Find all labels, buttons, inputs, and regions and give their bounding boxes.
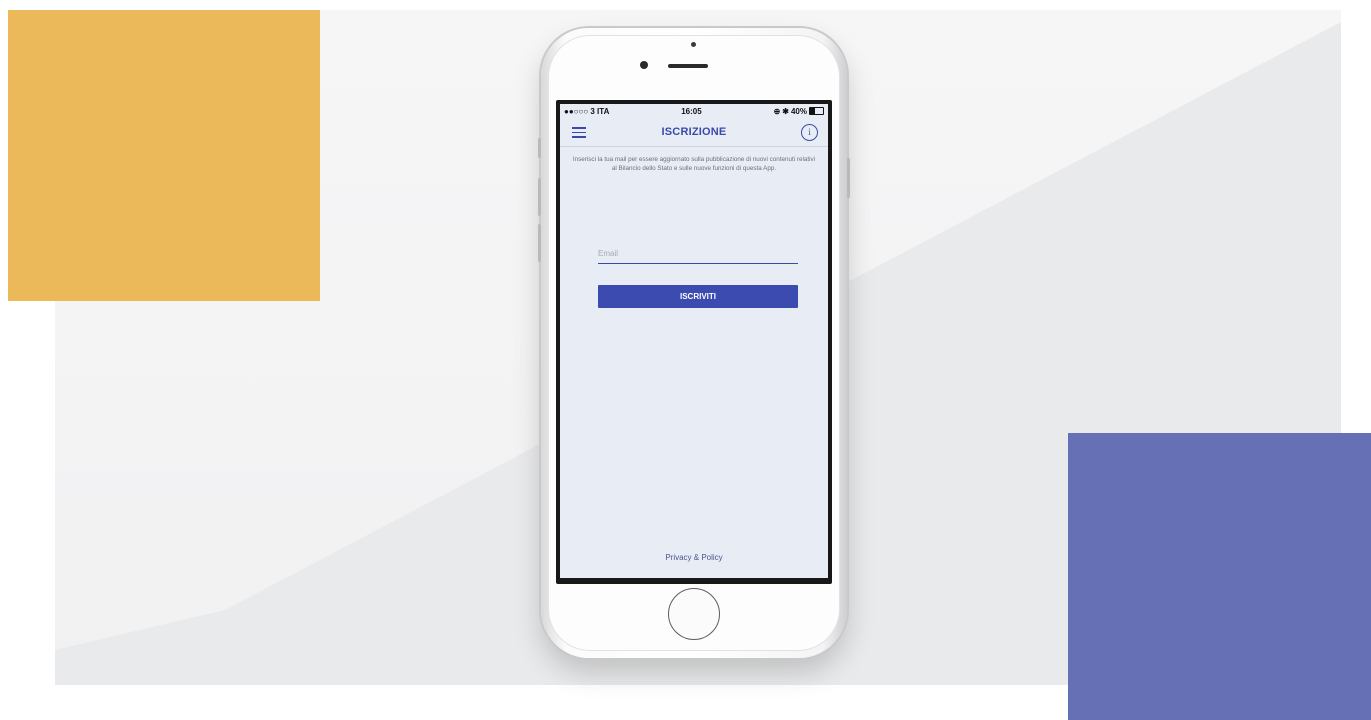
home-button[interactable] [668, 588, 720, 640]
alarm-icon: ⊕ [773, 106, 781, 116]
carrier-signal: ●●○○○ 3 ITA [564, 106, 610, 116]
info-circle-icon[interactable]: i [801, 124, 818, 141]
privacy-policy-link[interactable]: Privacy & Policy [560, 553, 828, 562]
nav-bar: ISCRIZIONE i [560, 118, 828, 147]
volume-down-button [538, 224, 541, 262]
earpiece-speaker [668, 64, 708, 68]
bluetooth-icon: ✱ [782, 106, 789, 116]
status-right: ⊕ ✱ 40% [774, 107, 824, 116]
battery-icon [809, 107, 824, 115]
page-title: ISCRIZIONE [661, 126, 727, 138]
subscribe-button[interactable]: ISCRIVITI [598, 285, 798, 308]
battery-percent: 40% [790, 106, 807, 116]
mute-switch [538, 138, 541, 158]
blue-decorative-block [1068, 433, 1371, 720]
phone-mockup: ●●○○○ 3 ITA 16:05 ⊕ ✱ 40% ISCRIZIONE i I… [538, 28, 850, 658]
proximity-sensor [691, 42, 696, 47]
status-time: 16:05 [681, 106, 702, 116]
power-button [847, 158, 850, 198]
volume-up-button [538, 178, 541, 216]
hamburger-menu-icon[interactable] [572, 127, 586, 138]
yellow-decorative-block [8, 10, 320, 301]
app-display: ●●○○○ 3 ITA 16:05 ⊕ ✱ 40% ISCRIZIONE i I… [560, 104, 828, 578]
email-field[interactable] [598, 243, 798, 264]
front-camera [640, 61, 648, 69]
phone-screen: ●●○○○ 3 ITA 16:05 ⊕ ✱ 40% ISCRIZIONE i I… [556, 100, 832, 584]
status-bar: ●●○○○ 3 ITA 16:05 ⊕ ✱ 40% [560, 104, 828, 118]
intro-text: Inserisci la tua mail per essere aggiorn… [572, 156, 816, 172]
